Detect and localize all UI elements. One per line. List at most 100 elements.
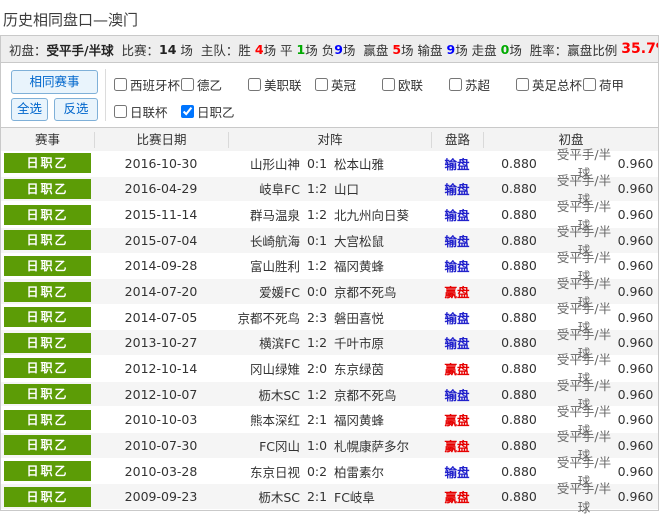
match-cell: 枥木SC2:1FC岐阜 (228, 487, 431, 506)
checkbox-input[interactable] (382, 78, 395, 91)
stats-segment: 4 (255, 42, 264, 57)
league-checkbox-西班牙杯[interactable]: 西班牙杯 (114, 75, 181, 94)
match-cell: 东京日视0:2柏雷素尔 (228, 462, 431, 481)
league-checkbox-area: 西班牙杯德乙美职联英冠欧联 苏超英足总杯荷甲 日联杯日职乙 (105, 63, 658, 122)
same-event-button[interactable]: 相同赛事 (11, 70, 98, 94)
league-checkbox-日职乙[interactable]: 日职乙 (181, 102, 248, 121)
league-cell: 日职乙 (1, 487, 94, 507)
header-date: 比赛日期 (94, 132, 228, 148)
home-team: 山形山神 (228, 154, 300, 173)
match-date: 2013-10-27 (94, 335, 228, 350)
table-row: 日职乙2009-09-23枥木SC2:1FC岐阜赢盘0.880受平手/半球0.9… (1, 484, 658, 510)
away-team: 松本山雅 (334, 154, 431, 173)
match-date: 2010-07-30 (94, 438, 228, 453)
match-date: 2014-07-05 (94, 310, 228, 325)
league-badge: 日职乙 (4, 435, 91, 455)
league-badge: 日职乙 (4, 282, 91, 302)
handicap-result: 输盘 (431, 385, 483, 404)
home-team: 东京日视 (228, 462, 300, 481)
match-score: 1:2 (300, 387, 334, 402)
match-date: 2015-07-04 (94, 233, 228, 248)
league-checkbox-荷甲[interactable]: 荷甲 (583, 75, 650, 94)
match-score: 1:0 (300, 438, 334, 453)
stats-segment: 场 主队：胜 (176, 40, 254, 59)
select-all-button[interactable]: 全选 (11, 98, 48, 121)
handicap-result: 输盘 (431, 231, 483, 250)
match-score: 1:2 (300, 258, 334, 273)
match-cell: 岐阜FC1:2山口 (228, 179, 431, 198)
league-badge: 日职乙 (4, 256, 91, 276)
home-team: 爱媛FC (228, 282, 300, 301)
match-cell: 熊本深红2:1福冈黄蜂 (228, 410, 431, 429)
home-odds: 0.880 (483, 284, 555, 299)
checkbox-input[interactable] (516, 78, 529, 91)
league-cell: 日职乙 (1, 179, 94, 199)
away-team: 东京绿茵 (334, 359, 431, 378)
handicap-result: 赢盘 (431, 282, 483, 301)
checkbox-label: 美职联 (264, 75, 302, 94)
checkbox-input[interactable] (181, 105, 194, 118)
league-checkbox-英冠[interactable]: 英冠 (315, 75, 382, 94)
checkbox-label: 欧联 (398, 75, 423, 94)
home-odds: 0.880 (483, 489, 555, 504)
handicap-result: 赢盘 (431, 436, 483, 455)
match-cell: 群马温泉1:2北九州向日葵 (228, 205, 431, 224)
away-odds: 0.960 (613, 156, 658, 171)
handicap-result: 输盘 (431, 205, 483, 224)
away-odds: 0.960 (613, 464, 658, 479)
table-body: 日职乙2016-10-30山形山神0:1松本山雅输盘0.880受平手/半球0.9… (0, 151, 659, 511)
league-checkbox-日联杯[interactable]: 日联杯 (114, 102, 181, 121)
stats-segment: 比赛： (114, 40, 159, 59)
stats-segment: 9 (334, 42, 343, 57)
match-score: 1:2 (300, 207, 334, 222)
home-team: 岐阜FC (228, 179, 300, 198)
handicap-result: 输盘 (431, 308, 483, 327)
home-odds: 0.880 (483, 464, 555, 479)
match-cell: 富山胜利1:2福冈黄蜂 (228, 256, 431, 275)
away-odds: 0.960 (613, 258, 658, 273)
checkbox-input[interactable] (114, 78, 127, 91)
checkbox-input[interactable] (248, 78, 261, 91)
checkbox-input[interactable] (181, 78, 194, 91)
match-date: 2009-09-23 (94, 489, 228, 504)
header-match: 对阵 (228, 132, 431, 148)
stats-segment: 场 负 (305, 40, 334, 59)
league-checkbox-德乙[interactable]: 德乙 (181, 75, 248, 94)
match-cell: FC冈山1:0札幌康萨多尔 (228, 436, 431, 455)
checkbox-input[interactable] (315, 78, 328, 91)
filter-panel: 相同赛事 全选 反选 西班牙杯德乙美职联英冠欧联 苏超英足总杯荷甲 日联杯日职乙 (0, 63, 659, 127)
league-badge: 日职乙 (4, 358, 91, 378)
away-odds: 0.960 (613, 233, 658, 248)
stats-segment: 5 (392, 42, 401, 57)
handicap-result: 输盘 (431, 462, 483, 481)
league-cell: 日职乙 (1, 256, 94, 276)
match-score: 0:1 (300, 233, 334, 248)
league-checkbox-苏超[interactable]: 苏超 (449, 75, 516, 94)
match-score: 2:1 (300, 412, 334, 427)
league-cell: 日职乙 (1, 333, 94, 353)
invert-selection-button[interactable]: 反选 (54, 98, 98, 121)
checkbox-label: 日联杯 (130, 102, 168, 121)
league-cell: 日职乙 (1, 410, 94, 430)
checkbox-input[interactable] (449, 78, 462, 91)
league-cell: 日职乙 (1, 461, 94, 481)
league-cell: 日职乙 (1, 230, 94, 250)
away-team: 柏雷素尔 (334, 462, 431, 481)
checkbox-input[interactable] (114, 105, 127, 118)
league-checkbox-美职联[interactable]: 美职联 (248, 75, 315, 94)
league-badge: 日职乙 (4, 487, 91, 507)
match-score: 0:2 (300, 464, 334, 479)
header-league: 赛事 (1, 132, 94, 148)
league-checkbox-欧联[interactable]: 欧联 (382, 75, 449, 94)
away-odds: 0.960 (613, 335, 658, 350)
away-team: FC岐阜 (334, 487, 431, 506)
home-team: FC冈山 (228, 436, 300, 455)
match-date: 2015-11-14 (94, 207, 228, 222)
home-team: 富山胜利 (228, 256, 300, 275)
home-odds: 0.880 (483, 181, 555, 196)
match-score: 2:1 (300, 489, 334, 504)
checkbox-input[interactable] (583, 78, 596, 91)
header-result: 盘路 (431, 132, 483, 148)
away-team: 福冈黄蜂 (334, 410, 431, 429)
league-checkbox-英足总杯[interactable]: 英足总杯 (516, 75, 583, 94)
